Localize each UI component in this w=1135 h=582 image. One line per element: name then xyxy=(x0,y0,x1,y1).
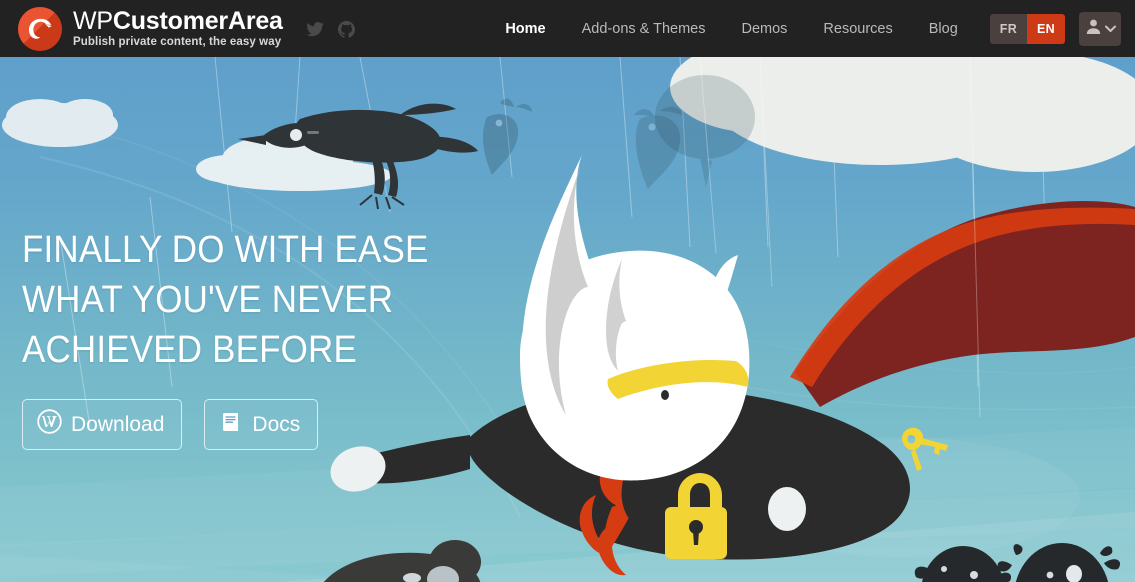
page-root: WPCustomerArea Publish private content, … xyxy=(0,0,1135,582)
language-option-fr[interactable]: FR xyxy=(989,13,1028,44)
brand-tagline: Publish private content, the easy way xyxy=(73,35,282,48)
docs-button[interactable]: Docs xyxy=(204,399,319,450)
egg xyxy=(768,487,806,531)
docs-button-label: Docs xyxy=(252,413,301,436)
brand-title: WPCustomerArea xyxy=(73,6,283,35)
book-icon xyxy=(219,410,243,440)
download-button-label: Download xyxy=(71,413,165,436)
cloud-group xyxy=(2,99,118,147)
brand-text: WPCustomerArea Publish private content, … xyxy=(73,6,283,49)
chevron-down-icon xyxy=(1104,20,1116,38)
hero-actions: Download Docs xyxy=(22,399,492,450)
rhino-eye xyxy=(661,390,669,400)
nav-item-addons-themes[interactable]: Add-ons & Themes xyxy=(564,21,724,37)
wordpress-icon xyxy=(37,409,62,440)
github-icon[interactable] xyxy=(337,20,356,39)
rhino-circle-logo-icon xyxy=(18,6,62,51)
nav-item-resources[interactable]: Resources xyxy=(805,21,910,37)
brand-logo[interactable]: WPCustomerArea Publish private content, … xyxy=(18,6,283,51)
nav-item-home[interactable]: Home xyxy=(487,21,563,37)
download-button[interactable]: Download xyxy=(22,399,183,450)
hero-section: Finally do with ease what you've never a… xyxy=(0,57,1135,582)
main-navigation: Home Add-ons & Themes Demos Resources Bl… xyxy=(487,11,1121,46)
site-header: WPCustomerArea Publish private content, … xyxy=(0,0,1135,57)
account-menu-button[interactable] xyxy=(1079,11,1121,46)
twitter-icon[interactable] xyxy=(305,20,324,39)
nav-item-demos[interactable]: Demos xyxy=(723,21,805,37)
brand-title-light: WP xyxy=(73,6,113,35)
hero-title: Finally do with ease what you've never a… xyxy=(22,229,429,371)
language-option-en[interactable]: EN xyxy=(1027,13,1065,44)
social-links xyxy=(305,20,356,39)
hero-content: Finally do with ease what you've never a… xyxy=(22,225,492,450)
language-switcher: FR EN xyxy=(989,13,1065,44)
brand-title-bold: CustomerArea xyxy=(112,6,283,35)
user-avatar-icon xyxy=(1085,18,1102,40)
nav-item-blog[interactable]: Blog xyxy=(911,21,976,37)
